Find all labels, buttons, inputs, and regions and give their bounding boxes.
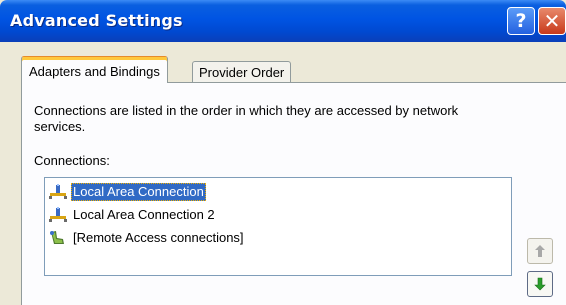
tab-pane: Connections are listed in the order in w… [21, 82, 566, 305]
connections-listbox[interactable]: Local Area Connection Local Area Connect… [44, 177, 512, 276]
list-item-local-area-connection[interactable]: Local Area Connection [48, 182, 206, 201]
arrow-up-icon [535, 245, 545, 257]
move-up-button[interactable] [527, 238, 553, 264]
connections-label: Connections: [34, 153, 110, 168]
title-bar[interactable]: Advanced Settings ? ✕ [0, 0, 566, 42]
arrow-down-icon [534, 277, 546, 291]
list-item-label: Local Area Connection [71, 182, 206, 201]
close-button[interactable]: ✕ [538, 7, 566, 35]
network-adapter-icon [49, 184, 67, 199]
list-item-label: Local Area Connection 2 [73, 206, 215, 222]
close-icon: ✕ [543, 9, 561, 33]
tab-provider-order[interactable]: Provider Order [192, 61, 292, 83]
tab-label: Provider Order [199, 65, 285, 80]
window-title: Advanced Settings [10, 11, 183, 30]
tab-label: Adapters and Bindings [29, 63, 160, 79]
help-icon: ? [515, 10, 527, 32]
description-text: Connections are listed in the order in w… [34, 103, 459, 134]
help-button[interactable]: ? [507, 7, 535, 35]
list-item-remote-access-connections[interactable]: [Remote Access connections] [48, 228, 246, 247]
move-down-button[interactable] [527, 271, 553, 297]
dialog-body: Adapters and Bindings Provider Order Con… [0, 42, 566, 305]
list-item-local-area-connection-2[interactable]: Local Area Connection 2 [48, 205, 217, 224]
network-adapter-icon [49, 207, 67, 222]
list-item-label: [Remote Access connections] [73, 229, 244, 245]
remote-access-icon [50, 231, 64, 244]
tab-adapters-and-bindings[interactable]: Adapters and Bindings [21, 56, 168, 83]
